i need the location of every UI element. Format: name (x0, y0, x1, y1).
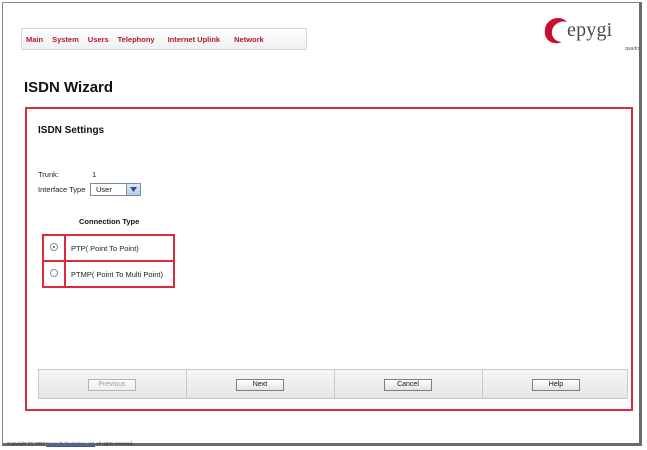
connection-type-label: Connection Type (79, 217, 140, 226)
previous-button[interactable]: Previous (88, 379, 136, 391)
ptp-radio[interactable] (50, 243, 58, 251)
epygi-logo: epygi quadro (541, 16, 643, 60)
menu-network[interactable]: Network (234, 35, 264, 44)
logo-sub-text: quadro (625, 46, 641, 52)
ptmp-radio[interactable] (50, 269, 58, 277)
wizard-button-bar: Previous Next Cancel Help (38, 369, 628, 399)
page-title: ISDN Wizard (24, 79, 114, 96)
app-window: Main System Users Telephony Internet Upl… (2, 2, 642, 446)
menu-internet-uplink[interactable]: Internet Uplink (168, 35, 221, 44)
help-button[interactable]: Help (532, 379, 580, 391)
copyright-footer: Copyright (C) 2007 Epygi Technologies, L… (7, 441, 133, 446)
section-title: ISDN Settings (38, 125, 105, 136)
cancel-button[interactable]: Cancel (384, 379, 432, 391)
menu-users[interactable]: Users (88, 35, 109, 44)
trunk-label: Trunk: (38, 170, 59, 179)
main-menu-bar: Main System Users Telephony Internet Upl… (21, 28, 307, 50)
trunk-value: 1 (92, 170, 97, 179)
interface-type-select[interactable]: User (90, 183, 141, 196)
interface-type-value: User (96, 185, 112, 194)
isdn-settings-panel: ISDN Settings Trunk: 1 Interface Type Us… (25, 107, 633, 411)
connection-type-table: PTP( Point To Point) PTMP( Point To Mult… (42, 234, 175, 288)
ptmp-option-label: PTMP( Point To Multi Point) (71, 270, 163, 279)
button-bar-divider (482, 370, 483, 398)
menu-telephony[interactable]: Telephony (118, 35, 155, 44)
logo-brand-text: epygi (567, 19, 613, 41)
company-link[interactable]: Epygi Technologies, Ltd. (46, 441, 95, 446)
ptp-option-label: PTP( Point To Point) (71, 244, 139, 253)
button-bar-divider (186, 370, 187, 398)
menu-main[interactable]: Main (26, 35, 43, 44)
button-bar-divider (334, 370, 335, 398)
table-divider (44, 260, 173, 262)
copyright-prefix: Copyright (C) 2007 (7, 441, 47, 446)
chevron-down-icon[interactable] (126, 184, 140, 195)
radio-selected-dot (53, 246, 55, 248)
copyright-suffix: All rights reserved. (94, 441, 134, 446)
interface-type-label: Interface Type (38, 185, 86, 194)
menu-system[interactable]: System (52, 35, 79, 44)
next-button[interactable]: Next (236, 379, 284, 391)
